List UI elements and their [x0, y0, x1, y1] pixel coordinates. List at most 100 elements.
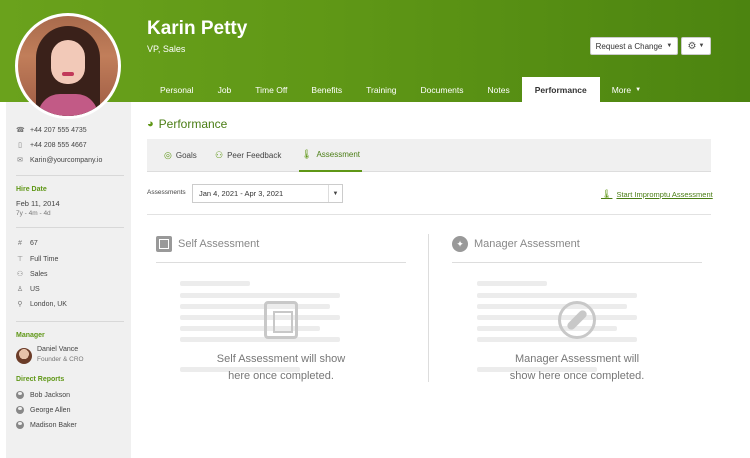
desk-phone-icon: ☎ — [16, 127, 25, 134]
tab-more-label: More — [611, 84, 632, 95]
people-icon: ⚇ — [16, 271, 24, 278]
user-circle-icon — [16, 406, 24, 414]
tenure: 7y - 4m - 4d — [16, 210, 51, 217]
gear-icon: ⚙ — [687, 40, 697, 52]
profile-photo — [15, 13, 121, 119]
division-row: ♙ US — [16, 285, 40, 294]
frame-icon — [156, 236, 172, 252]
manager-assessment-header: ✦ Manager Assessment — [452, 236, 580, 252]
manager-assessment-placeholder: Manager Assessment will show here once c… — [509, 353, 645, 382]
division: US — [30, 285, 40, 293]
tab-performance[interactable]: Performance — [521, 77, 600, 102]
mobile-phone-icon: ▯ — [18, 142, 22, 149]
divider — [156, 262, 406, 263]
direct-report-item[interactable]: Bob Jackson — [16, 391, 70, 399]
manager-assessment-title: Manager Assessment — [474, 238, 580, 250]
people-icon: ⚇ — [215, 150, 224, 160]
hire-date: Feb 11, 2014 — [16, 199, 60, 208]
employee-title: VP, Sales — [147, 44, 186, 54]
employee-number-row: # 67 — [16, 240, 38, 247]
tab-assessment-label: Assessment — [316, 150, 361, 159]
tab-personal[interactable]: Personal — [148, 77, 206, 102]
divider — [452, 262, 702, 263]
location: London, UK — [30, 300, 67, 308]
id-badge-icon: ⊤ — [16, 256, 24, 263]
page-title: ◕ Performance — [147, 117, 227, 131]
assessment-period-value: Jan 4, 2021 - Apr 3, 2021 — [199, 189, 284, 198]
speedometer-icon: ◕ — [147, 118, 154, 130]
thermometer-icon: 🌡 — [601, 189, 613, 199]
panel-divider — [428, 234, 429, 382]
tab-benefits[interactable]: Benefits — [299, 77, 354, 102]
direct-report-name[interactable]: Madison Baker — [30, 422, 77, 429]
tab-job[interactable]: Job — [206, 77, 244, 102]
manager-title: Founder & CRO — [37, 356, 84, 363]
self-assessment-header: Self Assessment — [156, 236, 259, 252]
chevron-down-icon: ▼ — [666, 43, 673, 49]
map-pin-icon: ⚲ — [17, 301, 23, 308]
profile-tabs: Personal Job Time Off Benefits Training … — [148, 77, 653, 102]
employment-type: Full Time — [30, 255, 59, 263]
email-row[interactable]: ✉ Karin@yourcompany.io — [16, 156, 102, 165]
tab-assessment[interactable]: 🌡 Assessment — [299, 139, 363, 172]
direct-report-name[interactable]: Bob Jackson — [30, 392, 70, 399]
tab-more[interactable]: More ▼ — [600, 77, 653, 102]
user-circle-icon — [16, 421, 24, 429]
tab-goals-label: Goals — [175, 151, 197, 160]
divider — [16, 321, 124, 322]
direct-report-item[interactable]: Madison Baker — [16, 421, 77, 429]
tab-training[interactable]: Training — [354, 77, 408, 102]
work-phone: +44 207 555 4735 — [30, 126, 87, 134]
avatar — [18, 16, 118, 116]
tab-goals[interactable]: ◎ Goals — [164, 139, 197, 172]
self-assessment-title: Self Assessment — [178, 238, 260, 250]
self-assessment-placeholder: Self Assessment will show here once comp… — [216, 353, 346, 382]
email[interactable]: Karin@yourcompany.io — [30, 157, 102, 164]
employee-sidebar: ☎ +44 207 555 4735 ▯ +44 208 555 4667 ✉ … — [6, 102, 131, 458]
divider — [16, 175, 124, 176]
direct-report-item[interactable]: George Allen — [16, 406, 70, 414]
employee-number: 67 — [30, 240, 38, 247]
employment-type-row: ⊤ Full Time — [16, 255, 59, 264]
chevron-down-icon: ▼ — [698, 43, 705, 49]
org-chart-icon: ♙ — [16, 286, 24, 293]
work-phone-row: ☎ +44 207 555 4735 — [16, 126, 87, 135]
manager-avatar[interactable] — [16, 348, 32, 364]
divider — [16, 227, 124, 228]
performance-title: Performance — [158, 117, 228, 131]
hire-date-label: Hire Date — [16, 186, 47, 193]
divider — [147, 214, 711, 215]
frame-icon — [264, 301, 298, 339]
mobile-phone: +44 208 555 4667 — [30, 141, 87, 149]
mobile-phone-row: ▯ +44 208 555 4667 — [16, 141, 87, 150]
compass-icon — [558, 301, 596, 339]
tab-documents[interactable]: Documents — [409, 77, 476, 102]
manager-label: Manager — [16, 332, 45, 339]
chevron-down-icon: ▼ — [328, 185, 342, 202]
direct-reports-label: Direct Reports — [16, 376, 65, 383]
thermometer-icon: 🌡 — [301, 149, 313, 159]
tab-time-off[interactable]: Time Off — [243, 77, 299, 102]
envelope-icon: ✉ — [17, 157, 23, 164]
department-row: ⚇ Sales — [16, 270, 48, 279]
manager-name[interactable]: Daniel Vance — [37, 346, 78, 353]
department: Sales — [30, 270, 48, 278]
request-change-button[interactable]: Request a Change ▼ — [590, 37, 678, 55]
location-row: ⚲ London, UK — [16, 300, 67, 309]
assessments-label: Assessments — [147, 189, 186, 196]
assessment-period-select[interactable]: Jan 4, 2021 - Apr 3, 2021 ▼ — [192, 184, 343, 203]
target-icon: ◎ — [164, 150, 172, 160]
tab-peer-feedback[interactable]: ⚇ Peer Feedback — [215, 139, 281, 172]
performance-subtabs: ◎ Goals ⚇ Peer Feedback 🌡 Assessment — [147, 139, 711, 172]
request-change-label: Request a Change — [595, 41, 663, 51]
start-impromptu-assessment-link[interactable]: 🌡 Start Impromptu Assessment — [601, 189, 713, 200]
user-circle-icon — [16, 391, 24, 399]
tab-notes[interactable]: Notes — [476, 77, 522, 102]
tab-peer-feedback-label: Peer Feedback — [227, 151, 282, 160]
settings-button[interactable]: ⚙ ▼ — [681, 37, 711, 55]
compass-icon: ✦ — [452, 236, 468, 252]
employee-name: Karin Petty — [147, 18, 248, 39]
hash-icon: # — [18, 240, 22, 247]
chevron-down-icon: ▼ — [635, 86, 642, 93]
direct-report-name[interactable]: George Allen — [30, 407, 70, 414]
